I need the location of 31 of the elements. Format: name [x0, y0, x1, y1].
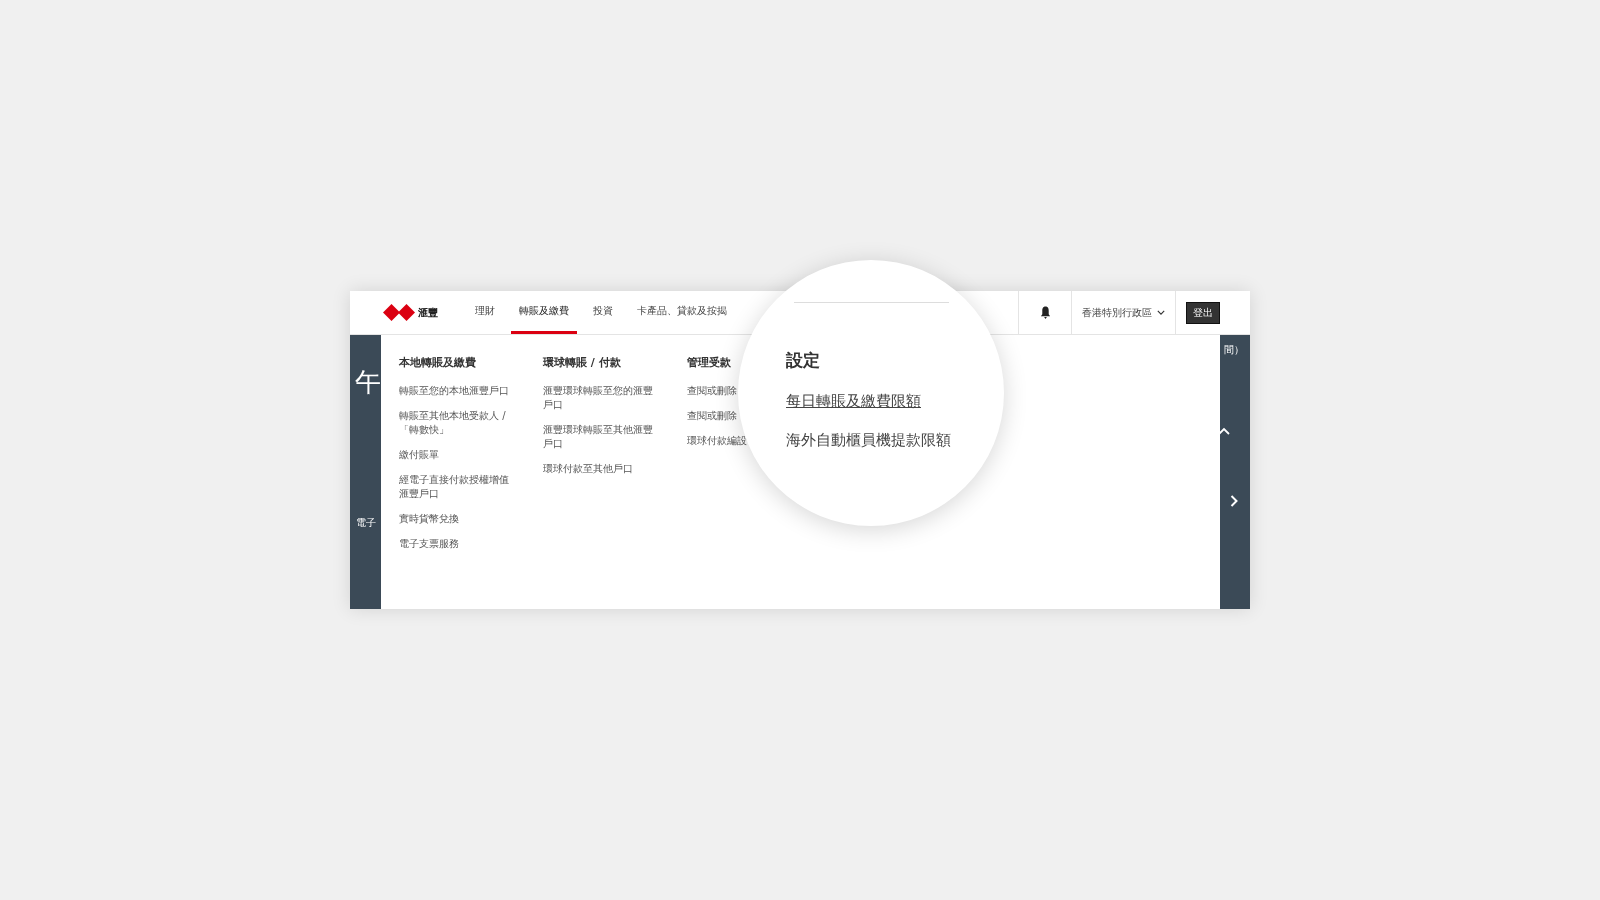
menu-heading: 管理受款 [687, 355, 731, 370]
menu-link[interactable]: 繳付賬單 [399, 448, 439, 462]
hexagon-logo-icon [383, 304, 415, 321]
nav-tab[interactable]: 理財 [467, 291, 503, 334]
menu-heading: 本地轉賬及繳費 [399, 355, 476, 370]
menu-link[interactable]: 經電子直接付款授權增值滙豐戶口 [399, 473, 517, 501]
nav-tab[interactable]: 投資 [585, 291, 621, 334]
menu-link[interactable]: 轉賬至您的本地滙豐戶口 [399, 384, 509, 398]
menu-link[interactable]: 滙豐環球轉賬至您的滙豐戶口 [543, 384, 661, 412]
menu-link[interactable]: 轉賬至其他本地受款人 / 「轉數快」 [399, 409, 517, 437]
background-text: 午 [355, 366, 381, 399]
settings-link[interactable]: 海外自動櫃員機提款限額 [786, 431, 951, 450]
chevron-up-icon[interactable] [1218, 427, 1230, 435]
menu-link[interactable]: 環球付款至其他戶口 [543, 462, 633, 476]
chevron-right-icon[interactable] [1230, 495, 1238, 507]
settings-heading: 設定 [786, 349, 820, 372]
bell-icon[interactable] [1039, 306, 1051, 319]
menu-heading: 環球轉賬 / 付款 [543, 355, 621, 370]
chevron-down-icon [1157, 310, 1165, 315]
menu-link[interactable]: 電子支票服務 [399, 537, 459, 551]
settings-link[interactable]: 每日轉賬及繳費限額 [786, 392, 921, 411]
nav-tab[interactable]: 卡產品、貸款及按揭 [629, 291, 735, 334]
logout-button[interactable]: 登出 [1186, 301, 1220, 324]
menu-link[interactable]: 環球付款編設 [687, 434, 747, 448]
menu-link[interactable]: 實時貨幣兌換 [399, 512, 459, 526]
menu-link[interactable]: 滙豐環球轉賬至其他滙豐戶口 [543, 423, 661, 451]
menu-link[interactable]: 查閱或刪除 [687, 384, 737, 398]
region-dropdown[interactable]: 香港特別行政區 [1072, 291, 1176, 334]
menu-link[interactable]: 查閱或刪除 [687, 409, 737, 423]
logo-text: 滙豐 [418, 305, 438, 320]
background-text: 電子 [356, 516, 376, 530]
